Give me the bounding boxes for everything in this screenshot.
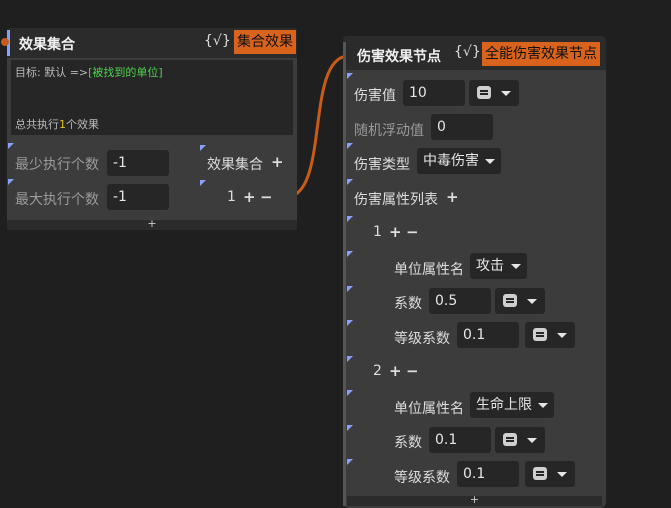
equals-icon [477,86,491,99]
port-effects[interactable] [200,145,206,151]
level-mode-dropdown[interactable] [525,322,575,348]
effects-label: 效果集合 [207,157,263,173]
damage-input[interactable]: 10 [403,80,465,106]
port-item-2[interactable] [347,356,353,362]
damage-mode-dropdown[interactable] [469,80,519,106]
target-line: 目标: 默认 =>[被找到的单位] [15,64,163,80]
chevron-down-icon [485,159,495,164]
effect-index: 1 [227,189,236,205]
port-damage[interactable] [347,73,353,79]
port-level[interactable] [347,459,353,465]
damage-effect-node[interactable]: 伤害效果节点 {√} 全能伤害效果节点 伤害值 10 随机浮动值 0 伤害类型 … [343,36,606,508]
target-value: [被找到的单位] [88,66,163,79]
level-mode-dropdown[interactable] [525,461,575,487]
footer-plus[interactable]: + [470,493,479,506]
equals-icon [533,467,547,480]
chevron-down-icon [527,438,537,443]
port-effect-1[interactable] [200,180,206,186]
chevron-down-icon [557,472,567,477]
chevron-down-icon [527,299,537,304]
damage-type-dropdown[interactable]: 中毒伤害 [417,148,501,174]
level-input[interactable]: 0.1 [457,322,519,348]
add-attr-button[interactable]: + [446,189,459,205]
coef-label: 系数 [394,435,422,451]
port-coef[interactable] [347,286,353,292]
node-footer[interactable]: + [347,493,602,506]
port-attr-name[interactable] [347,251,353,257]
random-input[interactable]: 0 [431,114,493,140]
target-prefix: 目标: 默认 => [15,66,89,79]
coef-label: 系数 [394,296,422,312]
chevron-down-icon [538,403,548,408]
chevron-down-icon [511,264,521,269]
equals-icon [503,294,517,307]
item-index: 1 [373,224,382,240]
node-footer[interactable]: + [7,217,297,230]
equals-icon [503,433,517,446]
port-type[interactable] [347,143,353,149]
max-count-input[interactable]: -1 [107,184,169,210]
port-min[interactable] [8,143,14,149]
input-port-dot[interactable] [1,38,9,46]
item-remove-button[interactable]: − [406,363,419,379]
attr-name-value: 攻击 [476,258,504,274]
attr-list-label: 伤害属性列表 [354,192,438,208]
port-level[interactable] [347,320,353,326]
coef-input[interactable]: 0.5 [429,288,491,314]
node-port-strip [343,42,346,506]
add-effect-button[interactable]: + [271,154,284,170]
min-count-label: 最少执行个数 [15,157,99,173]
coef-mode-dropdown[interactable] [495,427,545,453]
level-label: 等级系数 [394,470,450,486]
attr-name-label: 单位属性名 [394,401,464,417]
port-item-1[interactable] [347,216,353,222]
node-title: 伤害效果节点 [357,49,441,65]
item-add-button[interactable]: + [389,363,402,379]
fx-icon[interactable]: {√} [204,33,231,49]
node-badge: 全能伤害效果节点 [482,42,600,66]
max-count-label: 最大执行个数 [15,192,99,208]
damage-type-label: 伤害类型 [354,157,410,173]
effect-collection-node[interactable]: 效果集合 {√} 集合效果 目标: 默认 =>[被找到的单位] 总共执行1个效果… [7,28,297,230]
effect-remove-button[interactable]: − [260,189,273,205]
item-index: 2 [373,363,382,379]
coef-input[interactable]: 0.1 [429,427,491,453]
summary-line: 总共执行1个效果 [15,116,99,132]
port-max[interactable] [8,179,14,185]
level-input[interactable]: 0.1 [457,461,519,487]
port-coef[interactable] [347,425,353,431]
damage-label: 伤害值 [354,88,396,104]
item-remove-button[interactable]: − [406,224,419,240]
summary-prefix: 总共执行 [15,118,59,131]
equals-icon [533,328,547,341]
attr-name-dropdown[interactable]: 生命上限 [470,392,554,418]
port-attr-name[interactable] [347,390,353,396]
coef-mode-dropdown[interactable] [495,288,545,314]
attr-name-dropdown[interactable]: 攻击 [470,253,527,279]
summary-suffix: 个效果 [66,118,99,131]
chevron-down-icon [501,91,511,96]
fx-icon[interactable]: {√} [454,44,481,60]
attr-name-value: 生命上限 [476,397,532,413]
effect-add-button[interactable]: + [243,189,256,205]
random-label: 随机浮动值 [354,123,424,139]
level-label: 等级系数 [394,331,450,347]
node-badge: 集合效果 [234,30,296,54]
node-title: 效果集合 [19,37,75,53]
min-count-input[interactable]: -1 [107,150,169,176]
footer-plus[interactable]: + [147,217,156,230]
port-attr-list[interactable] [347,179,353,185]
item-add-button[interactable]: + [389,224,402,240]
summary-count: 1 [59,118,66,131]
attr-name-label: 单位属性名 [394,262,464,278]
damage-type-value: 中毒伤害 [423,153,479,169]
chevron-down-icon [557,333,567,338]
